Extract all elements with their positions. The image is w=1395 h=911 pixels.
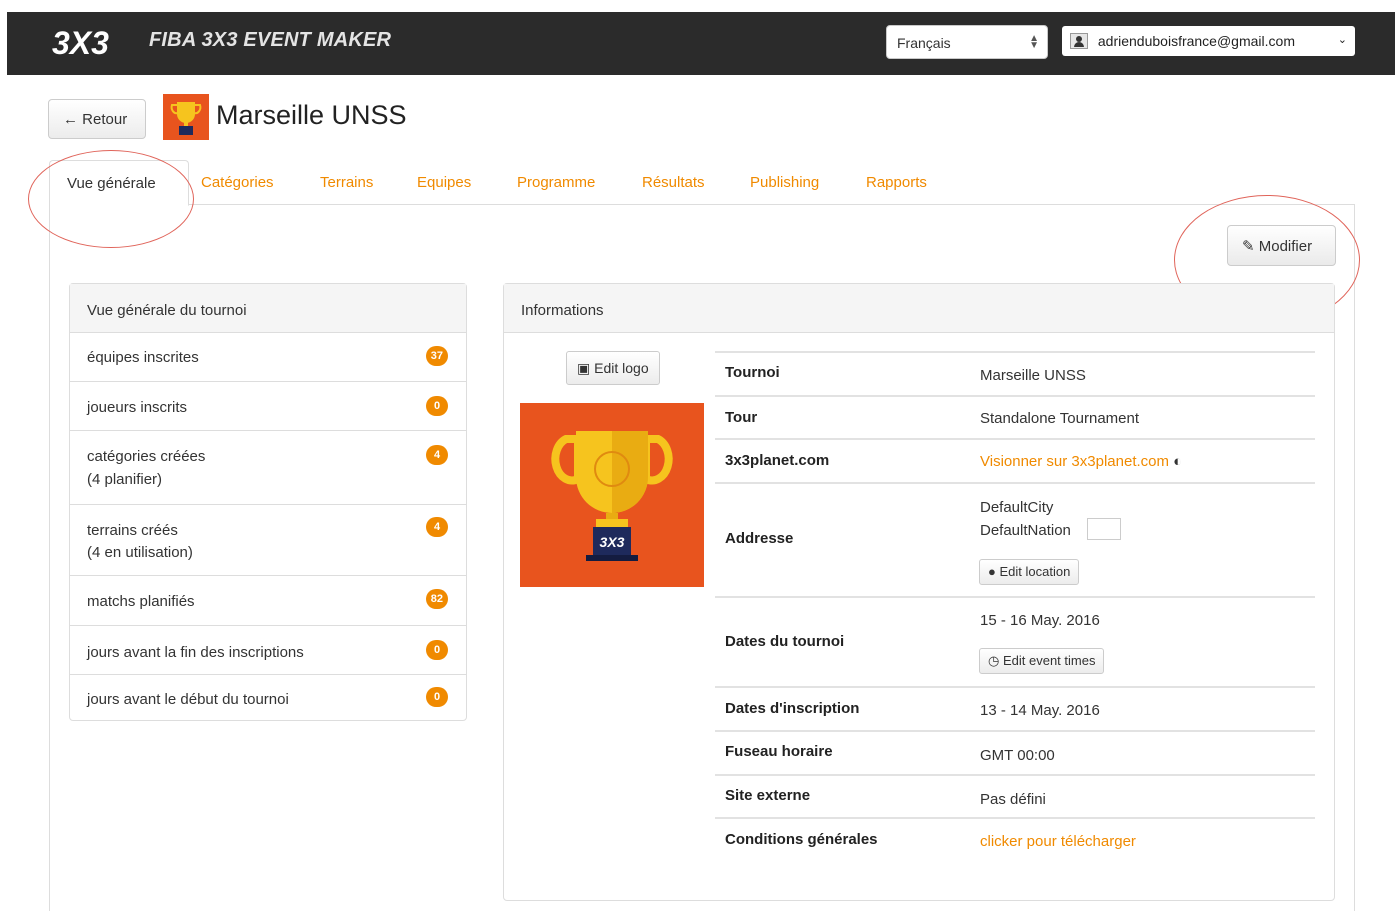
tab-courts[interactable]: Terrains <box>320 174 373 191</box>
modify-label: Modifier <box>1258 238 1313 255</box>
row-value: Standalone Tournament <box>980 410 1140 427</box>
back-button[interactable]: ← Retour <box>48 99 146 139</box>
modify-button[interactable]: ✎ Modifier <box>1227 225 1336 266</box>
stat-label: matchs planifiés <box>87 593 195 610</box>
row-key: Site externe <box>725 787 811 804</box>
language-select[interactable]: Français ▲ ▼ <box>886 25 1048 59</box>
count-badge: 4 <box>426 445 448 465</box>
info-row-external-site: Site externe Pas défini <box>715 774 1315 817</box>
info-panel-title: Informations <box>504 284 1334 333</box>
row-key: Tour <box>725 409 758 426</box>
trophy-icon: 3X3 <box>551 431 673 561</box>
address-city: DefaultCity <box>980 499 1054 516</box>
stat-courts: terrains créés (4 en utilisation) 4 <box>70 504 466 575</box>
info-row-timezone: Fuseau horaire GMT 00:00 <box>715 730 1315 774</box>
tab-teams[interactable]: Equipes <box>417 174 471 191</box>
globe-icon: ● <box>988 564 996 579</box>
annotation-circle-tab <box>28 150 194 248</box>
count-badge: 4 <box>426 517 448 537</box>
language-value: Français <box>897 35 951 51</box>
row-value: 15 - 16 May. 2016 <box>980 612 1100 629</box>
tab-publishing[interactable]: Publishing <box>750 174 819 191</box>
row-key: Dates du tournoi <box>725 633 845 650</box>
tournament-thumbnail <box>163 94 209 140</box>
count-badge: 0 <box>426 640 448 660</box>
planet-link[interactable]: Visionner sur 3x3planet.com ◐ <box>980 453 1182 470</box>
row-key: 3x3planet.com <box>725 452 830 469</box>
app-title: FIBA 3X3 EVENT MAKER <box>149 29 392 51</box>
stat-players: joueurs inscrits 0 <box>70 381 466 430</box>
info-row-tournament: Tournoi Marseille UNSS <box>715 351 1315 395</box>
clock-icon: ◷ <box>988 653 1000 668</box>
row-value: 13 - 14 May. 2016 <box>980 702 1100 719</box>
count-badge: 82 <box>425 589 448 609</box>
stat-days-start: jours avant le début du tournoi 0 <box>70 674 466 720</box>
row-key: Addresse <box>725 530 794 547</box>
arrow-left-icon: ← <box>63 111 78 128</box>
country-flag <box>1087 518 1121 540</box>
image-icon: ▣ <box>577 360 591 376</box>
user-icon <box>1070 33 1088 49</box>
address-nation: DefaultNation <box>980 522 1071 539</box>
stat-teams: équipes inscrites 37 <box>70 332 466 381</box>
select-arrows-icon: ▲ ▼ <box>1029 33 1039 51</box>
user-menu[interactable]: adrienduboisfrance@gmail.com ⌄ <box>1062 26 1355 56</box>
tab-reports[interactable]: Rapports <box>866 174 927 191</box>
tournament-logo: 3X3 <box>520 403 704 587</box>
chevron-down-icon: ⌄ <box>1337 34 1347 46</box>
edit-logo-label: Edit logo <box>594 360 649 376</box>
stat-label: équipes inscrites <box>87 349 199 366</box>
stat-label: jours avant le début du tournoi <box>87 691 289 708</box>
page-title: Marseille UNSS <box>216 100 407 130</box>
stat-label: terrains créés <box>87 522 178 539</box>
planet-link-label: Visionner sur 3x3planet.com <box>980 453 1169 470</box>
terms-download-link[interactable]: clicker pour télécharger <box>980 833 1136 850</box>
stat-label: jours avant la fin des inscriptions <box>87 644 304 661</box>
stat-sublabel: (4 planifier) <box>87 471 163 488</box>
info-row-3x3planet: 3x3planet.com Visionner sur 3x3planet.co… <box>715 438 1315 482</box>
stat-days-registration: jours avant la fin des inscriptions 0 <box>70 625 466 674</box>
stat-label: joueurs inscrits <box>87 399 188 416</box>
row-value: GMT 00:00 <box>980 747 1055 764</box>
edit-event-times-label: Edit event times <box>1002 653 1096 668</box>
edit-event-times-button[interactable]: ◷ Edit event times <box>979 648 1105 674</box>
stat-matches: matchs planifiés 82 <box>70 575 466 625</box>
count-badge: 0 <box>426 687 448 707</box>
row-key: Conditions générales <box>725 831 878 848</box>
edit-location-button[interactable]: ● Edit location <box>979 559 1080 585</box>
overview-panel-title: Vue générale du tournoi <box>70 284 466 333</box>
row-value: Pas défini <box>980 791 1046 808</box>
stat-sublabel: (4 en utilisation) <box>87 544 193 561</box>
info-row-address: Addresse DefaultCity DefaultNation ● Edi… <box>715 482 1315 596</box>
row-key: Tournoi <box>725 364 780 381</box>
info-row-registration-dates: Dates d'inscription 13 - 14 May. 2016 <box>715 686 1315 730</box>
stat-label: catégories créées <box>87 448 206 465</box>
row-key: Dates d'inscription <box>725 700 860 717</box>
edit-location-label: Edit location <box>999 564 1071 579</box>
pencil-icon: ✎ <box>1242 238 1255 255</box>
tab-schedule[interactable]: Programme <box>517 174 595 191</box>
logo-text: 3X3 <box>52 26 109 58</box>
view-icon: ◐ <box>1173 453 1183 470</box>
info-row-tour: Tour Standalone Tournament <box>715 395 1315 438</box>
user-email: adrienduboisfrance@gmail.com <box>1097 33 1295 49</box>
stat-categories: catégories créées (4 planifier) 4 <box>70 430 466 504</box>
fiba-3x3-logo[interactable]: 3X3 <box>52 26 132 58</box>
info-row-event-dates: Dates du tournoi 15 - 16 May. 2016 ◷ Edi… <box>715 596 1315 686</box>
trophy-icon <box>170 102 202 135</box>
tab-categories[interactable]: Catégories <box>201 174 274 191</box>
edit-logo-button[interactable]: ▣ Edit logo <box>566 351 660 385</box>
logo-badge-text: 3X3 <box>600 534 625 550</box>
tab-results[interactable]: Résultats <box>642 174 705 191</box>
tab-bar: Vue générale Catégories Terrains Equipes… <box>49 160 1355 206</box>
overview-panel: Vue générale du tournoi équipes inscrite… <box>69 283 467 721</box>
row-value: Marseille UNSS <box>980 367 1086 384</box>
info-row-terms: Conditions générales clicker pour téléch… <box>715 817 1315 861</box>
count-badge: 0 <box>426 396 448 416</box>
back-label: Retour <box>82 111 128 128</box>
count-badge: 37 <box>425 346 448 366</box>
row-key: Fuseau horaire <box>725 743 833 760</box>
